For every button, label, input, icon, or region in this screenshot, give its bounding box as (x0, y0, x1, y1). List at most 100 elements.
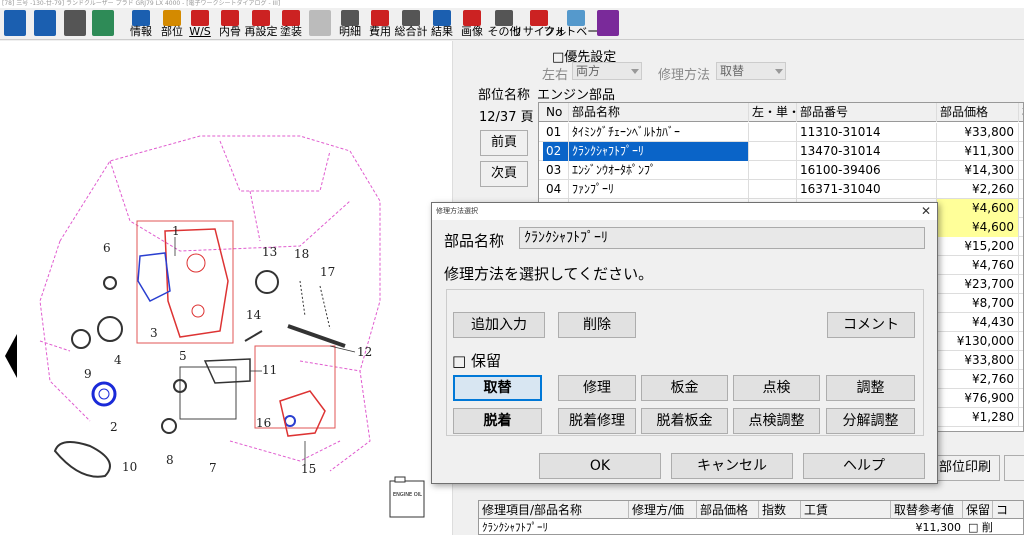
grid-cell-name: ﾀｲﾐﾝｸﾞﾁｪｰﾝﾍﾞﾙﾄｶﾊﾞｰ (569, 123, 749, 142)
print-parts-button[interactable]: 部位印刷 (930, 455, 1000, 481)
grid-header-cell[interactable]: 部品名称 (569, 103, 749, 122)
method-button[interactable]: 調整 (826, 375, 915, 401)
toolbar-item-8[interactable]: 再設定 (245, 9, 278, 39)
grid-cell-price: ¥1,280 (937, 408, 1019, 427)
toolbar-item-1[interactable] (32, 9, 58, 39)
grid-cell-price: ¥23,700 (937, 275, 1019, 294)
toolbar-item-2[interactable] (62, 9, 88, 39)
hold-checkbox[interactable]: □ 保留 (452, 350, 501, 371)
grid-cell-price: ¥14,300 (937, 161, 1019, 180)
method-button[interactable]: 点検調整 (733, 408, 820, 434)
callout-11[interactable]: 11 (262, 363, 277, 377)
bottom-grid-header: 部品価格 (697, 501, 759, 519)
callout-13[interactable]: 13 (262, 245, 277, 259)
method-button[interactable]: 脱着 (453, 408, 542, 434)
method-button[interactable]: 分解調整 (826, 408, 915, 434)
grid-cell-name: ｸﾗﾝｸｼｬﾌﾄﾌﾟｰﾘ (569, 142, 749, 161)
table-row[interactable]: 02 ｸﾗﾝｸｼｬﾌﾄﾌﾟｰﾘ 13470-31014 ¥11,300 (539, 142, 1023, 161)
grid-cell-price: ¥130,000 (937, 332, 1019, 351)
toolbar-item-3[interactable] (90, 9, 116, 39)
callout-7[interactable]: 7 (209, 461, 217, 475)
toolbar-item-14[interactable]: 結果 (428, 9, 456, 39)
toolbar: 情報 部位 W/S 内骨 再設定 塗装 明細 費用 総合計 結果 画像 その他 リサイクル フォトベース (0, 8, 1024, 40)
callout-10[interactable]: 10 (122, 460, 137, 474)
callout-9[interactable]: 9 (84, 367, 92, 381)
grid-cell-price: ¥33,800 (937, 123, 1019, 142)
engine-parts-diagram[interactable]: 1 2 3 4 5 6 7 8 9 10 11 12 13 14 15 16 1… (0, 41, 452, 535)
method-button[interactable]: 取替 (453, 375, 542, 401)
grid-cell-side (749, 180, 797, 199)
toolbar-item-11[interactable]: 明細 (336, 9, 364, 39)
toolbar-item-13[interactable]: 総合計 (394, 9, 428, 39)
callout-17[interactable]: 17 (320, 265, 335, 279)
method-button[interactable]: 点検 (733, 375, 820, 401)
side-select[interactable]: 両方 (572, 62, 642, 80)
toolbar-item-12[interactable]: 費用 (366, 9, 394, 39)
cancel-button[interactable]: キャンセル (671, 453, 793, 479)
toolbar-item-10[interactable] (307, 9, 333, 39)
bottom-row-extra: □ 削 (968, 521, 993, 534)
toolbar-label: 画像 (461, 25, 483, 38)
grid-header-cell[interactable]: 左・単・ (749, 103, 797, 122)
delete-button[interactable]: 削除 (558, 312, 636, 338)
table-row[interactable]: 04 ﾌｧﾝﾌﾟｰﾘ 16371-31040 ¥2,260 (539, 180, 1023, 199)
callout-3[interactable]: 3 (150, 326, 158, 340)
close-icon[interactable]: ✕ (921, 204, 931, 218)
comment-button[interactable]: コメント (827, 312, 915, 338)
toolbar-item-19[interactable] (595, 9, 621, 39)
grid-header-cell[interactable]: 部品番号 (797, 103, 937, 122)
callout-4[interactable]: 4 (114, 353, 122, 367)
callout-16[interactable]: 16 (256, 416, 271, 430)
grid-cell-part-no: 16100-39406 (797, 161, 937, 180)
callout-14[interactable]: 14 (246, 308, 262, 322)
table-row[interactable]: 03 ｴﾝｼﾞﾝｳｵｰﾀﾎﾟﾝﾌﾟ 16100-39406 ¥14,300 (539, 161, 1023, 180)
method-button[interactable]: 脱着修理 (558, 408, 636, 434)
grid-header-cell[interactable]: 右 (1019, 103, 1023, 122)
grid-cell-name: ﾌｧﾝﾌﾟｰﾘ (569, 180, 749, 199)
part-category-value: エンジン部品 (537, 88, 616, 103)
next-page-button[interactable]: 次頁 (480, 161, 528, 187)
callout-15[interactable]: 15 (301, 462, 316, 476)
toolbar-label: 明細 (339, 25, 361, 38)
grid-header-cell[interactable]: 部品価格 (937, 103, 1019, 122)
grid-cell-no: 03 (543, 161, 569, 180)
callout-1[interactable]: 1 (172, 224, 180, 238)
toolbar-label: 総合計 (394, 25, 428, 38)
callout-2[interactable]: 2 (110, 420, 118, 434)
bottom-grid-header: 修理方/価 (629, 501, 697, 519)
toolbar-item-4[interactable]: 情報 (127, 9, 155, 39)
callout-5[interactable]: 5 (179, 349, 187, 363)
dialog-instruction: 修理方法を選択してください。 (444, 265, 654, 283)
prev-page-button[interactable]: 前頁 (480, 130, 528, 156)
toolbar-item-18[interactable]: フォトベース (543, 9, 609, 39)
callout-6[interactable]: 6 (103, 241, 111, 255)
ok-button[interactable]: OK (539, 453, 661, 479)
dialog-part-field: ｸﾗﾝｸｼｬﾌﾄﾌﾟｰﾘ (519, 227, 925, 249)
grid-cell-price: ¥33,800 (937, 351, 1019, 370)
toolbar-item-6[interactable]: W/S (186, 9, 214, 39)
method-select[interactable]: 取替 (716, 62, 786, 80)
toolbar-item-5[interactable]: 部位 (158, 9, 186, 39)
toolbar-item-9[interactable]: 塗装 (277, 9, 305, 39)
engine-oil-label: ENGINE OIL (393, 492, 422, 498)
method-button[interactable]: 脱着板金 (641, 408, 728, 434)
print-icon (64, 10, 86, 36)
callout-18[interactable]: 18 (294, 247, 309, 261)
grid-header-cell[interactable]: No (543, 103, 569, 122)
extra-button[interactable] (1004, 455, 1024, 481)
help-button[interactable]: ヘルプ (803, 453, 925, 479)
callout-8[interactable]: 8 (166, 453, 174, 467)
toolbar-item-15[interactable]: 画像 (458, 9, 486, 39)
callout-12[interactable]: 12 (357, 345, 372, 359)
table-row[interactable]: 01 ﾀｲﾐﾝｸﾞﾁｪｰﾝﾍﾞﾙﾄｶﾊﾞｰ 11310-31014 ¥33,800 (539, 123, 1023, 142)
part-category-label: 部位名称 (478, 88, 531, 103)
grid-cell-part-no: 16371-31040 (797, 180, 937, 199)
method-button[interactable]: 板金 (641, 375, 728, 401)
dialog-part-label: 部品名称 (444, 232, 505, 250)
toolbar-item-0[interactable] (2, 9, 28, 39)
grid-cell-price: ¥4,600 (937, 199, 1019, 218)
add-input-button[interactable]: 追加入力 (453, 312, 545, 338)
toolbar-item-7[interactable]: 内骨 (216, 9, 244, 39)
repair-items-grid[interactable]: 修理項目/部品名称 修理方/価 部品価格 指数 工賃 取替参考値 保留コ ｸﾗﾝｸｼｬﾌﾄﾌﾟ… (478, 500, 1024, 535)
method-button[interactable]: 修理 (558, 375, 636, 401)
